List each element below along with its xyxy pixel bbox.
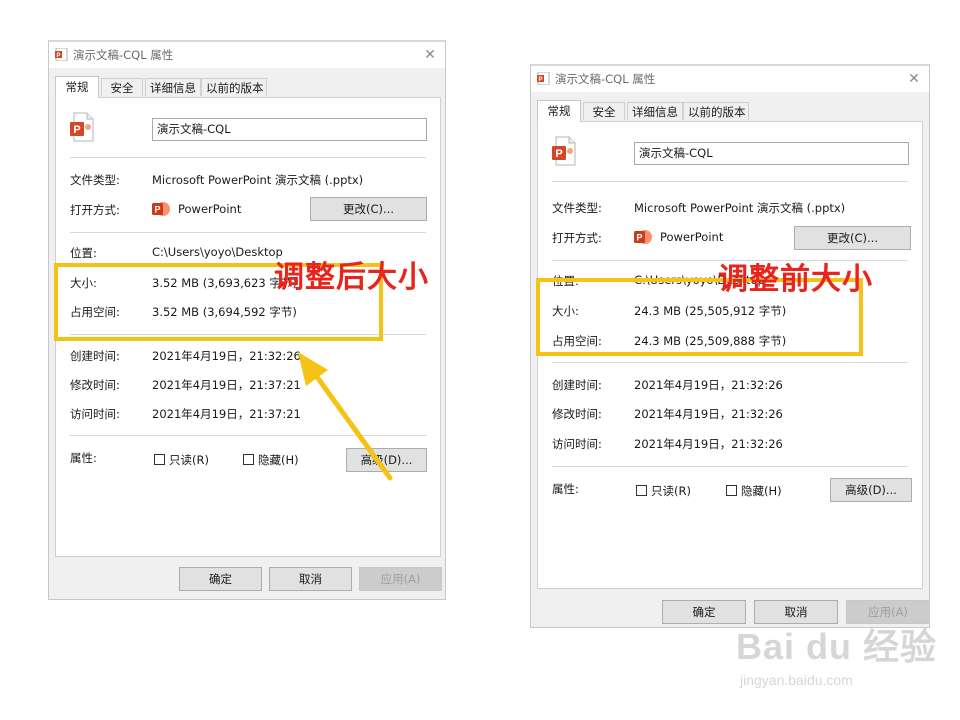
open-with-label: 打开方式: <box>552 231 602 245</box>
svg-text:P: P <box>154 205 160 215</box>
advanced-button[interactable]: 高级(D)... <box>346 448 427 472</box>
svg-text:P: P <box>73 124 80 136</box>
hidden-label[interactable]: 隐藏(H) <box>258 452 299 468</box>
attributes-label: 属性: <box>552 482 579 496</box>
svg-text:P: P <box>538 77 542 83</box>
annotation-after: 调整后大小 <box>274 260 429 295</box>
svg-text:P: P <box>636 233 642 243</box>
ok-button[interactable]: 确定 <box>179 567 262 591</box>
ok-button[interactable]: 确定 <box>662 600 746 624</box>
divider <box>552 362 908 363</box>
cancel-button[interactable]: 取消 <box>269 567 352 591</box>
watermark-logo: Bai du 经验 <box>736 626 938 667</box>
window-title: 演示文稿-CQL 属性 <box>73 48 174 62</box>
powerpoint-file-icon: P <box>70 112 94 142</box>
created-label: 创建时间: <box>70 349 120 363</box>
tab-details[interactable]: 详细信息 <box>145 78 201 96</box>
readonly-label[interactable]: 只读(R) <box>651 483 691 499</box>
modified-label: 修改时间: <box>70 378 120 392</box>
powerpoint-app-icon: P <box>152 202 170 216</box>
readonly-checkbox[interactable] <box>154 454 165 465</box>
location-label: 位置: <box>70 246 97 260</box>
divider <box>70 232 426 233</box>
file-type-value: Microsoft PowerPoint 演示文稿 (.pptx) <box>152 173 364 187</box>
watermark: Bai du 经验 jingyan.baidu.com <box>736 618 937 688</box>
tab-general[interactable]: 常规 <box>55 76 99 98</box>
accessed-value: 2021年4月19日，21:37:21 <box>152 407 301 421</box>
divider <box>70 157 426 158</box>
file-name-input[interactable]: 演示文稿-CQL <box>634 142 909 165</box>
file-name-input[interactable]: 演示文稿-CQL <box>152 118 427 141</box>
change-button[interactable]: 更改(C)... <box>310 197 427 221</box>
modified-value: 2021年4月19日，21:37:21 <box>152 378 301 392</box>
powerpoint-file-icon: P <box>537 72 550 85</box>
change-button[interactable]: 更改(C)... <box>794 226 911 250</box>
svg-text:P: P <box>56 53 60 59</box>
close-icon[interactable]: ✕ <box>903 68 925 90</box>
hidden-label[interactable]: 隐藏(H) <box>741 483 782 499</box>
hidden-checkbox[interactable] <box>726 485 737 496</box>
tab-general[interactable]: 常规 <box>537 100 581 122</box>
open-with-label: 打开方式: <box>70 203 120 217</box>
attributes-label: 属性: <box>70 451 97 465</box>
powerpoint-file-icon: P <box>55 48 68 61</box>
divider <box>552 466 908 467</box>
readonly-label[interactable]: 只读(R) <box>169 452 209 468</box>
file-type-value: Microsoft PowerPoint 演示文稿 (.pptx) <box>634 201 846 215</box>
tab-details[interactable]: 详细信息 <box>627 102 683 120</box>
divider <box>552 181 908 182</box>
window-title: 演示文稿-CQL 属性 <box>555 72 656 86</box>
accessed-label: 访问时间: <box>70 407 120 421</box>
open-with-app: PowerPoint <box>178 202 242 216</box>
title-bar[interactable]: P 演示文稿-CQL 属性 ✕ <box>531 66 929 92</box>
tab-security[interactable]: 安全 <box>101 78 143 96</box>
tab-previous-versions[interactable]: 以前的版本 <box>201 78 267 96</box>
svg-text:P: P <box>555 148 562 160</box>
tab-security[interactable]: 安全 <box>583 102 625 120</box>
powerpoint-file-icon: P <box>552 136 576 166</box>
accessed-label: 访问时间: <box>552 437 602 451</box>
watermark-url: jingyan.baidu.com <box>740 672 853 688</box>
annotation-before: 调整前大小 <box>718 262 873 297</box>
created-label: 创建时间: <box>552 378 602 392</box>
location-value: C:\Users\yoyo\Desktop <box>152 245 283 259</box>
modified-label: 修改时间: <box>552 407 602 421</box>
created-value: 2021年4月19日，21:32:26 <box>152 349 301 363</box>
title-bar[interactable]: P 演示文稿-CQL 属性 ✕ <box>49 42 445 68</box>
close-icon[interactable]: ✕ <box>419 44 441 66</box>
accessed-value: 2021年4月19日，21:32:26 <box>634 437 783 451</box>
advanced-button[interactable]: 高级(D)... <box>830 478 912 502</box>
file-type-label: 文件类型: <box>70 173 120 187</box>
created-value: 2021年4月19日，21:32:26 <box>634 378 783 392</box>
divider <box>70 435 426 436</box>
open-with-app: PowerPoint <box>660 230 724 244</box>
modified-value: 2021年4月19日，21:32:26 <box>634 407 783 421</box>
file-type-label: 文件类型: <box>552 201 602 215</box>
tab-previous-versions[interactable]: 以前的版本 <box>683 102 749 120</box>
readonly-checkbox[interactable] <box>636 485 647 496</box>
powerpoint-app-icon: P <box>634 230 652 244</box>
hidden-checkbox[interactable] <box>243 454 254 465</box>
apply-button[interactable]: 应用(A) <box>359 567 442 591</box>
